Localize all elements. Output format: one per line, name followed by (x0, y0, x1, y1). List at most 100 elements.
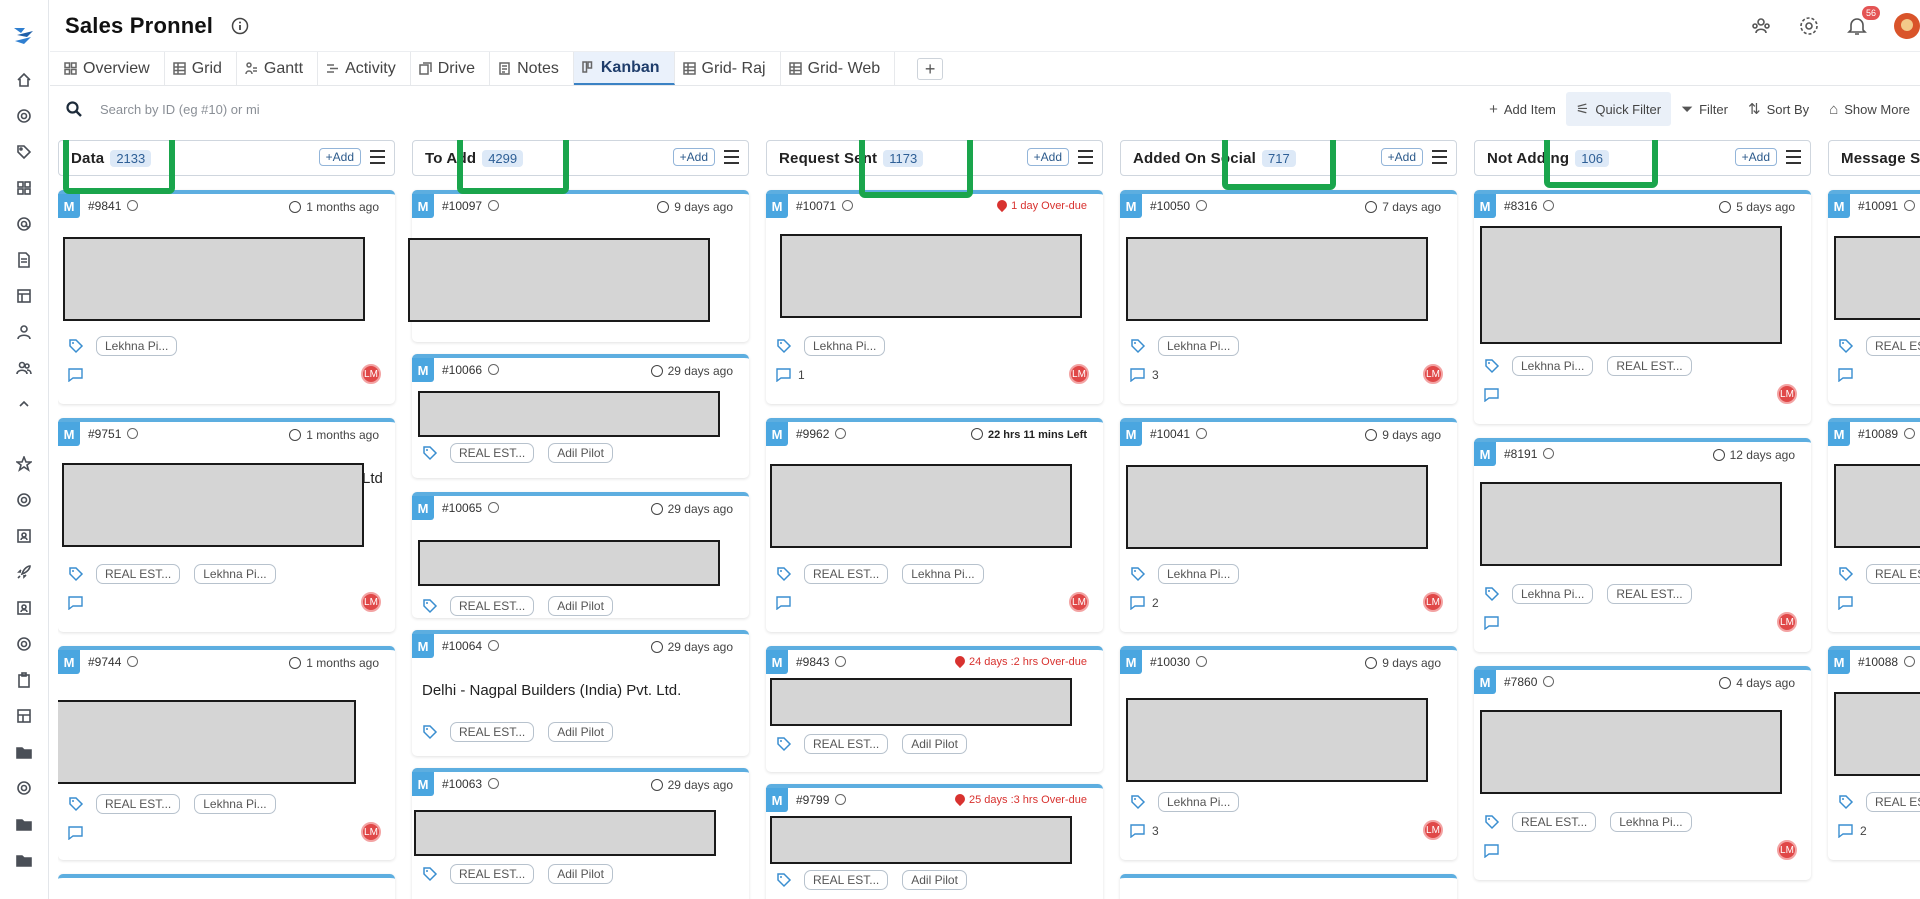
card-id[interactable]: #8316 (1504, 199, 1555, 213)
kanban-card[interactable]: M #9744 1 months ago REAL EST... Lekhna P… (58, 646, 395, 860)
card-id[interactable]: #10066 (442, 363, 500, 377)
column-add-button[interactable]: +Add (1380, 148, 1423, 166)
tag-chip[interactable]: REAL EST... (96, 564, 181, 584)
comment-icon[interactable] (776, 368, 791, 382)
tag-chip[interactable]: REAL EST... (1607, 584, 1692, 604)
add-view-plus-icon[interactable]: + (917, 58, 944, 80)
info-icon[interactable] (1543, 676, 1555, 687)
info-icon[interactable] (127, 200, 139, 211)
assignee-avatar[interactable]: LM (1423, 592, 1443, 612)
comment-icon[interactable] (68, 368, 83, 382)
collapse-chevron-icon[interactable] (9, 389, 39, 419)
kanban-card[interactable]: M #9843 24 days :2 hrs Over-due REAL EST… (766, 646, 1103, 772)
user-icon[interactable] (9, 317, 39, 347)
tag-chip[interactable]: Lekhna Pi... (96, 336, 178, 356)
contact-book-icon[interactable] (9, 521, 39, 551)
clipboard-icon[interactable] (9, 665, 39, 695)
card-id[interactable]: #10064 (442, 639, 500, 653)
info-icon[interactable] (1196, 200, 1208, 211)
kanban-card[interactable]: M #9962 22 hrs 11 mins Left REAL EST... L… (766, 418, 1103, 632)
info-icon[interactable] (1904, 428, 1916, 439)
tag-chip[interactable]: REAL EST... (450, 864, 535, 884)
tab-drive[interactable]: Drive (411, 52, 491, 85)
kanban-card[interactable]: M #10089 REAL EST (1828, 418, 1920, 632)
tag-chip[interactable]: Adil Pilot (548, 596, 613, 616)
card-id[interactable]: #10041 (1150, 427, 1208, 441)
assignee-avatar[interactable]: LM (361, 592, 381, 612)
tag-chip[interactable]: REAL EST... (804, 564, 889, 584)
assignee-avatar[interactable]: LM (1069, 592, 1089, 612)
card-id[interactable]: #9962 (796, 427, 847, 441)
comment-icon[interactable] (1484, 616, 1499, 630)
info-icon[interactable] (231, 17, 249, 35)
info-icon[interactable] (835, 794, 847, 805)
info-icon[interactable] (1196, 428, 1208, 439)
tag-chip[interactable]: REAL EST (1866, 564, 1920, 584)
card-id[interactable]: #10065 (442, 501, 500, 515)
tag-chip[interactable]: Adil Pilot (548, 864, 613, 884)
column-add-button[interactable]: +Add (1734, 148, 1777, 166)
tag-chip[interactable]: Lekhna Pi... (194, 564, 276, 584)
kanban-card[interactable]: M #10050 7 days ago Lekhna Pi... 3 LM (1120, 190, 1457, 404)
tab-notes[interactable]: Notes (490, 52, 574, 85)
info-icon[interactable] (1543, 448, 1555, 459)
notification-bell-icon[interactable]: 56 (1846, 6, 1880, 37)
target-icon[interactable] (9, 101, 39, 131)
tag-chip[interactable]: REAL EST... (450, 596, 535, 616)
tag-chip[interactable]: Lekhna Pi... (1610, 812, 1692, 832)
add-item-button[interactable]: + Add Item (1479, 92, 1566, 126)
comment-icon[interactable] (68, 596, 83, 610)
column-header[interactable]: Not Adding 106 +Add (1474, 140, 1811, 176)
kanban-card[interactable]: M #10041 9 days ago Lekhna Pi... 2 LM (1120, 418, 1457, 632)
at-icon[interactable] (9, 209, 39, 239)
card-id[interactable]: #10089 (1858, 427, 1916, 441)
info-icon[interactable] (842, 200, 854, 211)
tag-chip[interactable]: REAL EST... (96, 794, 181, 814)
comment-icon[interactable] (1838, 596, 1853, 610)
kanban-card[interactable] (58, 874, 395, 899)
info-icon[interactable] (488, 502, 500, 513)
assignee-avatar[interactable]: LM (1777, 612, 1797, 632)
column-header[interactable]: Message Se (1828, 140, 1920, 176)
tab-grid-web[interactable]: Grid- Web (781, 52, 896, 85)
tag-chip[interactable]: REAL EST (1866, 792, 1920, 812)
quick-filter-button[interactable]: ⚟ Quick Filter (1565, 92, 1672, 126)
user-avatar[interactable] (1894, 13, 1920, 39)
comment-icon[interactable] (1130, 596, 1145, 610)
settings-gear-icon[interactable] (1798, 15, 1820, 37)
tag-chip[interactable]: Lekhna Pi... (1158, 792, 1240, 812)
kanban-card[interactable]: M #9799 25 days :3 hrs Over-due REAL EST… (766, 784, 1103, 899)
info-icon[interactable] (1904, 200, 1916, 211)
tab-overview[interactable]: Overview (56, 52, 165, 85)
tab-grid[interactable]: Grid (165, 52, 237, 85)
kanban-card[interactable]: M #9841 1 months ago Lekhna Pi... LM (58, 190, 395, 404)
search-input[interactable] (100, 101, 520, 117)
info-icon[interactable] (835, 428, 847, 439)
column-add-button[interactable]: +Add (672, 148, 715, 166)
tag-chip[interactable]: Adil Pilot (548, 443, 613, 463)
comment-icon[interactable] (1838, 824, 1853, 838)
card-id[interactable]: #10071 (796, 199, 854, 213)
kanban-card[interactable]: M #10091 REAL EST (1828, 190, 1920, 404)
card-id[interactable]: #10030 (1150, 655, 1208, 669)
assignee-avatar[interactable]: LM (1069, 364, 1089, 384)
kanban-card[interactable]: M #9751 1 months ago Ltd REAL EST... Lekh… (58, 418, 395, 632)
card-id[interactable]: #9744 (88, 655, 139, 669)
kanban-card[interactable]: M #10063 29 days ago REAL EST... Adil Pil… (412, 768, 749, 899)
kanban-card[interactable]: M #10066 29 days ago REAL EST... Adil Pil… (412, 354, 749, 478)
assignee-avatar[interactable]: LM (1423, 364, 1443, 384)
card-id[interactable]: #9841 (88, 199, 139, 213)
tag-chip[interactable]: REAL EST... (1607, 356, 1692, 376)
column-menu-icon[interactable] (1078, 150, 1093, 164)
target-icon[interactable] (9, 485, 39, 515)
comment-icon[interactable] (1838, 368, 1853, 382)
card-id[interactable]: #10088 (1858, 655, 1916, 669)
card-id[interactable]: #10050 (1150, 199, 1208, 213)
column-header[interactable]: Added On Social 717 +Add (1120, 140, 1457, 176)
info-icon[interactable] (1196, 656, 1208, 667)
column-header[interactable]: To Add 4299 +Add (412, 140, 749, 176)
kanban-card[interactable]: M #10097 9 days ago (408, 190, 749, 342)
folder-icon[interactable] (9, 809, 39, 839)
info-icon[interactable] (488, 200, 500, 211)
team-members-icon[interactable] (1750, 15, 1772, 37)
